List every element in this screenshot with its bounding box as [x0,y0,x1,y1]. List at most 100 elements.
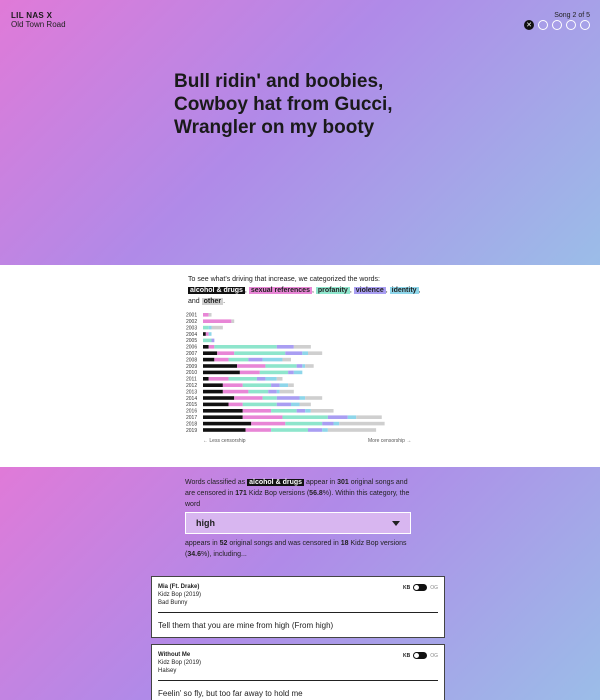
year-label: 2005 [186,338,197,344]
category-tag-profanity: profanity [315,287,350,294]
chevron-down-icon [392,520,400,526]
bar-segment-identity [279,383,289,387]
card-lyric: Feelin' so fly, but too far away to hold… [158,689,303,698]
category-tag-other: other [201,298,224,305]
bar-segment-violence [211,338,215,343]
song-dot-5[interactable] [580,20,590,30]
year-label: 2014 [186,396,197,402]
card-song-title: Mia (Ft. Drake) [158,584,200,590]
year-label: 2004 [186,332,197,338]
kb-versions-count: 171 [235,490,247,497]
bar-segment-identity [333,421,340,426]
bar-segment-profanity [248,389,269,394]
bar-segment-sexual-references [234,396,263,400]
bar-segment-alcohol-drugs [203,421,252,426]
year-label: 2006 [186,345,197,351]
bar-segment-violence [285,351,303,355]
song-dot-2[interactable] [538,20,548,30]
og-label: OG [430,584,438,591]
bar-segment-other [305,364,314,368]
year-label: 2003 [186,325,197,331]
year-label: 2009 [186,364,197,370]
category-tag-violence: violence [353,287,386,294]
stats-text: Kidz Bop versions ( [248,490,310,497]
year-label: 2017 [186,415,197,421]
bar-segment-other [327,428,377,432]
bar-segment-profanity [214,345,277,349]
version-toggle[interactable]: KB OG [403,584,438,591]
bar-segment-other [282,357,291,362]
bar-segment-profanity [262,396,277,400]
year-label: 2011 [186,377,197,383]
year-label: 2018 [186,421,197,427]
selected-word: high [196,518,215,528]
kb-label: KB [402,652,411,659]
hero-lyric-line: Wrangler on my booty [174,117,375,138]
less-censorship-note: ← Less censorship [203,438,246,444]
bar-segment-alcohol-drugs [203,415,243,419]
comma: , [244,287,247,294]
card-divider [158,680,438,681]
bar-segment-alcohol-drugs [203,409,243,413]
version-toggle[interactable]: KB OG [403,652,438,659]
bar-segment-profanity [259,370,289,375]
bar-segment-identity [322,428,328,432]
bar-segment-profanity [271,409,297,413]
comma: , [418,287,421,294]
word-songs-count: 52 [219,540,228,547]
original-songs-count: 301 [337,479,349,486]
comma: , [349,287,352,294]
year-label: 2008 [186,357,197,363]
year-label: 2016 [186,409,197,415]
category-tag-sexual: sexual references [248,287,312,294]
bar-segment-other [305,396,323,400]
bar-segment-violence [271,383,280,387]
bar-segment-sexual-references [208,377,229,381]
bar-segment-alcohol-drugs [203,402,229,407]
bar-segment-alcohol-drugs [203,383,223,387]
bar-segment-sexual-references [203,319,232,323]
song-dot-3[interactable] [552,20,562,30]
song-dot-4[interactable] [566,20,576,30]
og-label: OG [430,652,438,659]
close-icon[interactable]: ✕ [524,20,534,30]
toggle-knob [414,653,420,658]
bar-segment-other [356,415,382,419]
bar-segment-profanity [265,364,297,368]
stats-text: appear in [305,479,336,486]
bar-segment-identity [299,396,306,400]
toggle-switch[interactable] [413,652,428,659]
and-word: and [188,298,200,305]
category-stats-paragraph: Words classified as alcohol & drugs appe… [185,477,413,510]
bar-segment-identity [293,370,303,375]
bar-segment-other [308,351,323,355]
bar-segment-sexual-references [217,351,235,355]
bar-segment-profanity [242,402,277,407]
toggle-switch[interactable] [413,584,428,591]
more-censorship-note: More censorship → [368,438,412,444]
bar-segment-profanity [282,415,328,419]
bar-segment-violence [288,370,294,375]
stats-text: original songs and was censored in [229,540,339,547]
bar-segment-profanity [203,325,209,330]
bar-segment-profanity [203,338,212,343]
bar-segment-alcohol-drugs [203,396,235,400]
bar-segment-other [231,319,235,323]
bar-segment-sexual-references [222,389,249,394]
bar-segment-other [299,402,311,407]
bar-segment-identity [302,351,308,355]
bar-segment-violence [248,357,263,362]
word-select-dropdown[interactable]: high [185,512,411,534]
bar-segment-sexual-references [214,357,229,362]
bar-segment-violence [322,421,334,426]
bar-segment-other [288,383,294,387]
stats-text: Words classified as [185,479,246,486]
chart-intro: To see what's driving that increase, we … [188,276,421,305]
song-counter: Song 2 of 5 [554,12,590,19]
bar-segment-identity [305,409,311,413]
bar-segment-profanity [242,383,272,387]
bar-segment-other [279,389,294,394]
bar-segment-sexual-references [242,409,272,413]
bar-segment-identity [208,325,212,330]
word-stats-paragraph: appears in 52 original songs and was cen… [185,538,413,560]
